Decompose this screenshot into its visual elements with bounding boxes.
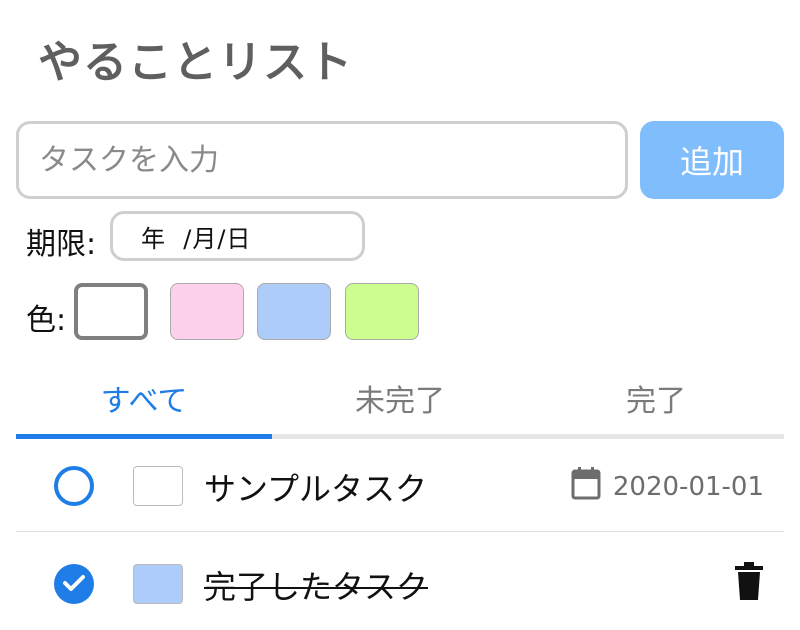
due-label: 期限:	[26, 227, 97, 262]
tab-incomplete[interactable]: 未完了	[272, 372, 528, 434]
due-date-text: 2020-01-01	[612, 471, 764, 502]
task-text[interactable]: サンプルタスク	[204, 464, 427, 510]
color-swatch-white[interactable]	[74, 283, 148, 340]
task-color-swatch	[133, 466, 183, 506]
trash-icon[interactable]	[734, 562, 764, 604]
tab-all[interactable]: すべて	[16, 372, 272, 439]
color-label: 色:	[26, 303, 67, 338]
task-due-date: 2020-01-01	[571, 466, 764, 507]
task-row: 完了したタスク	[16, 532, 784, 630]
task-text[interactable]: 完了したタスク	[204, 562, 428, 608]
tab-complete[interactable]: 完了	[528, 372, 784, 434]
color-swatch-pink[interactable]	[170, 283, 244, 340]
add-button[interactable]: 追加	[640, 121, 784, 199]
calendar-icon	[571, 466, 601, 507]
complete-toggle[interactable]	[54, 564, 94, 604]
filter-tabs: すべて 未完了 完了	[16, 372, 784, 439]
app-title: やることリスト	[38, 37, 353, 88]
color-swatch-green[interactable]	[345, 283, 419, 340]
complete-toggle[interactable]	[54, 466, 94, 506]
date-placeholder: 年 /月/日	[141, 224, 252, 253]
task-row: サンプルタスク 2020-01-01	[16, 434, 784, 532]
task-input[interactable]	[16, 121, 628, 199]
due-date-input[interactable]: 年 /月/日	[110, 211, 365, 261]
color-swatch-blue[interactable]	[257, 283, 331, 340]
task-color-swatch	[133, 564, 183, 604]
